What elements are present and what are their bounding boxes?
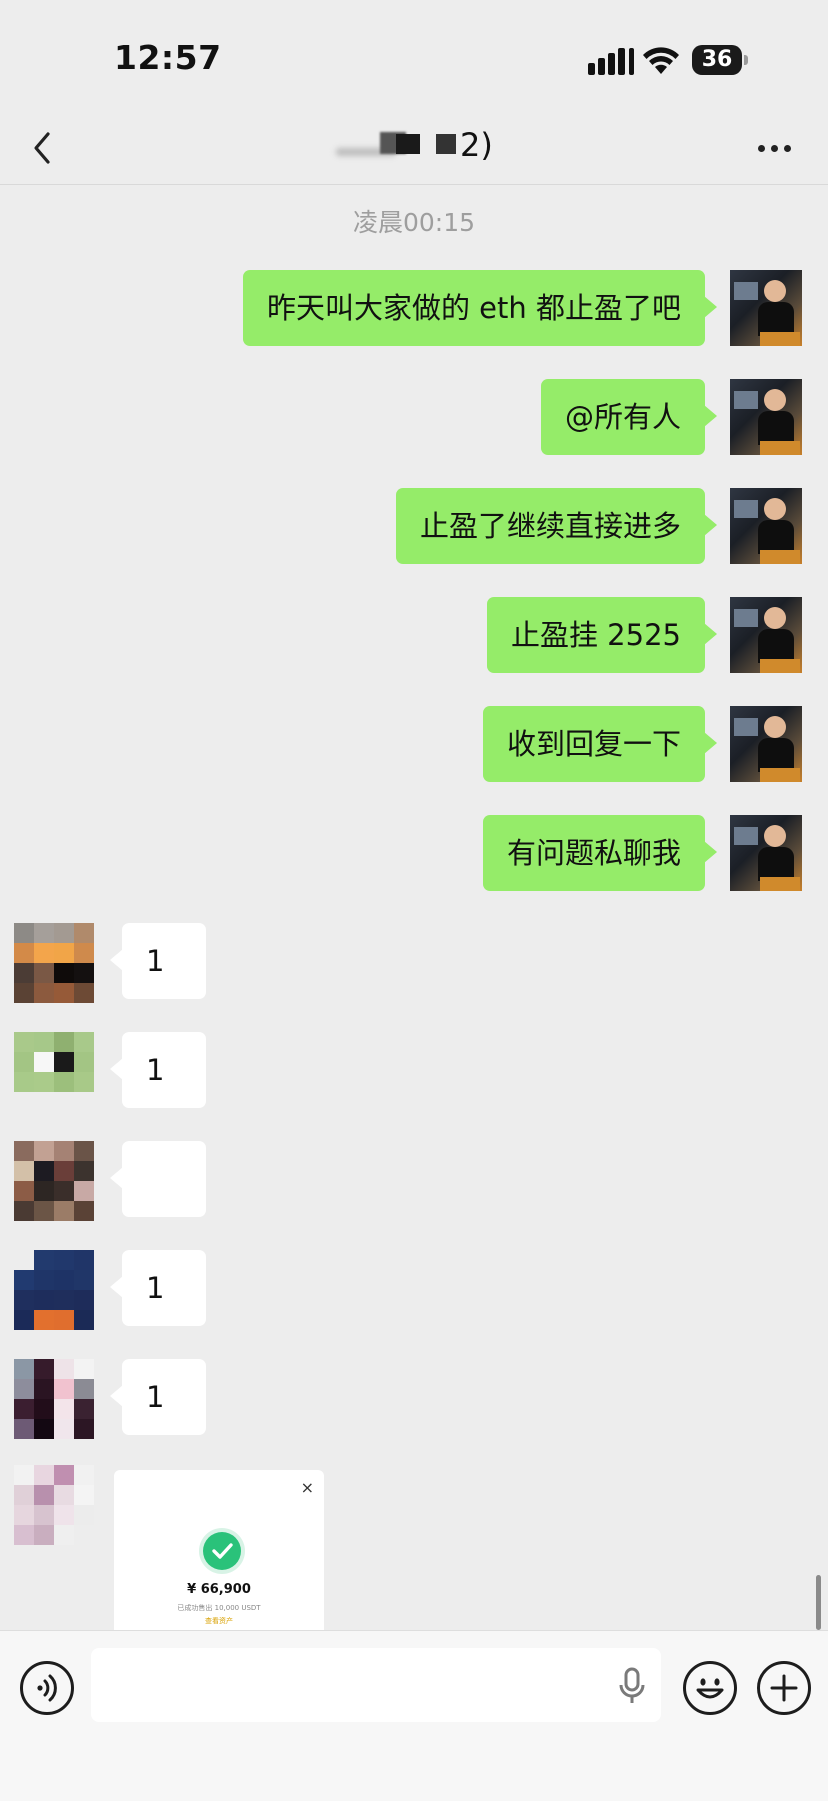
battery-percent: 36 bbox=[701, 47, 733, 72]
card-amount: ¥ 66,900 bbox=[187, 1582, 251, 1597]
avatar[interactable] bbox=[14, 1465, 94, 1545]
message-row-outgoing: @所有人 bbox=[0, 379, 828, 459]
card-subtitle: 已成功售出 10,000 USDT bbox=[177, 1604, 261, 1612]
message-bubble-incoming[interactable] bbox=[110, 1141, 206, 1217]
avatar[interactable] bbox=[730, 270, 802, 346]
scrollbar[interactable] bbox=[816, 1575, 821, 1630]
message-bubble-incoming[interactable]: 1 bbox=[110, 1032, 206, 1108]
message-bubble-outgoing[interactable]: 昨天叫大家做的 eth 都止盈了吧 bbox=[242, 270, 718, 346]
card-link[interactable]: 查看资产 bbox=[114, 1616, 324, 1626]
message-bubble-outgoing[interactable]: 止盈挂 2525 bbox=[486, 597, 718, 673]
chat-header: 2) bbox=[0, 110, 828, 185]
avatar[interactable] bbox=[14, 1359, 94, 1439]
input-bar bbox=[0, 1630, 828, 1801]
avatar[interactable] bbox=[730, 706, 802, 782]
battery-icon: 36 bbox=[692, 45, 748, 75]
avatar[interactable] bbox=[14, 1250, 94, 1330]
avatar[interactable] bbox=[730, 488, 802, 564]
voice-icon[interactable] bbox=[20, 1661, 74, 1715]
message-row-outgoing: 止盈挂 2525 bbox=[0, 597, 828, 677]
avatar[interactable] bbox=[14, 1032, 94, 1112]
message-bubble-outgoing[interactable]: 收到回复一下 bbox=[482, 706, 718, 782]
check-icon bbox=[203, 1532, 241, 1570]
message-row-incoming: 1 bbox=[0, 1359, 828, 1439]
plus-icon[interactable] bbox=[757, 1661, 811, 1715]
mic-icon[interactable] bbox=[617, 1666, 647, 1706]
back-icon[interactable] bbox=[26, 126, 66, 170]
message-row-outgoing: 有问题私聊我 bbox=[0, 815, 828, 895]
avatar[interactable] bbox=[730, 815, 802, 891]
message-row-incoming: 1 bbox=[0, 923, 828, 1003]
message-bubble-outgoing[interactable]: 止盈了继续直接进多 bbox=[395, 488, 718, 564]
cellular-signal-icon bbox=[588, 47, 638, 75]
shared-screenshot-card[interactable]: × ¥ 66,900 已成功售出 10,000 USDT 查看资产 bbox=[114, 1470, 324, 1630]
message-input[interactable] bbox=[91, 1648, 661, 1722]
status-time: 12:57 bbox=[114, 38, 222, 77]
message-row-outgoing: 止盈了继续直接进多 bbox=[0, 488, 828, 568]
close-icon[interactable]: × bbox=[301, 1478, 314, 1497]
message-bubble-outgoing[interactable]: 有问题私聊我 bbox=[482, 815, 718, 891]
avatar[interactable] bbox=[14, 1141, 94, 1221]
avatar[interactable] bbox=[14, 923, 94, 1003]
message-row-incoming: 1 bbox=[0, 1032, 828, 1112]
message-bubble-incoming[interactable]: 1 bbox=[110, 1250, 206, 1326]
message-row-incoming: 1 bbox=[0, 1250, 828, 1330]
message-bubble-outgoing[interactable]: @所有人 bbox=[540, 379, 718, 455]
message-timestamp: 凌晨00:15 bbox=[352, 208, 476, 237]
chat-title: 2) bbox=[460, 126, 493, 164]
avatar[interactable] bbox=[730, 597, 802, 673]
message-bubble-incoming[interactable]: 1 bbox=[110, 923, 206, 999]
message-bubble-incoming[interactable]: 1 bbox=[110, 1359, 206, 1435]
emoji-icon[interactable] bbox=[683, 1661, 737, 1715]
more-icon[interactable] bbox=[752, 132, 796, 162]
wifi-icon bbox=[643, 47, 679, 74]
avatar[interactable] bbox=[730, 379, 802, 455]
message-row-outgoing: 昨天叫大家做的 eth 都止盈了吧 bbox=[0, 270, 828, 350]
message-row-outgoing: 收到回复一下 bbox=[0, 706, 828, 786]
status-bar: 12:57 36 bbox=[0, 0, 828, 110]
message-row-incoming bbox=[0, 1141, 828, 1221]
